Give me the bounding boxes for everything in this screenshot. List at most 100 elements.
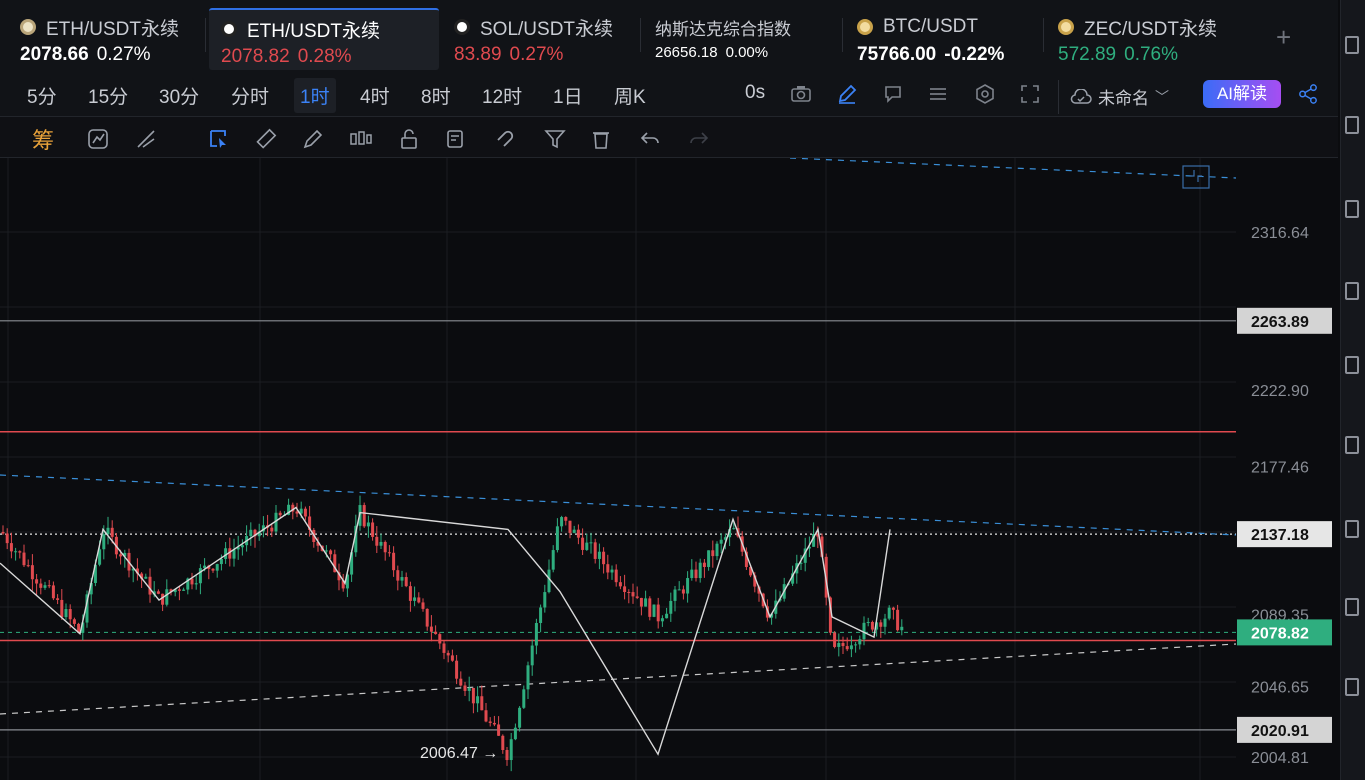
candle-body	[194, 583, 198, 585]
symbol-tab-1[interactable]: ETH/USDT永续 2078.82 0.28%	[209, 8, 439, 70]
trendline-upper	[0, 474, 1237, 536]
bnb-coin-icon	[1058, 19, 1074, 35]
drawing-toolbar	[0, 116, 1338, 158]
camera-icon[interactable]	[791, 84, 811, 104]
candle-body	[14, 551, 18, 553]
redo-icon[interactable]	[687, 128, 711, 150]
ruler-icon[interactable]	[254, 128, 278, 150]
okx-logo-icon	[454, 19, 470, 35]
symbol-tab-5[interactable]: ZEC/USDT永续 572.89 0.76%	[1046, 8, 1242, 70]
symbol-tab-3[interactable]: 纳斯达克综合指数 26656.18 0.00%	[643, 8, 839, 70]
timeframe-1d[interactable]: 1日	[553, 82, 583, 109]
timeframe-15m[interactable]: 15分	[88, 82, 128, 109]
candle-body	[534, 623, 538, 646]
trash-icon[interactable]	[589, 128, 613, 150]
candle-body	[148, 576, 152, 595]
undo-icon[interactable]	[638, 128, 662, 150]
candle-body	[413, 597, 417, 601]
symbol-change: -0.22%	[944, 44, 1005, 65]
candle-body	[526, 665, 530, 690]
symbol-name: SOL/USDT永续	[480, 18, 614, 40]
symbol-tab-2[interactable]: SOL/USDT永续 83.89 0.27%	[442, 8, 638, 70]
layout-selector[interactable]: 未命名 ﹀	[1070, 84, 1169, 109]
candle-body	[35, 579, 39, 584]
candle-body	[43, 585, 47, 588]
timeframe-4h[interactable]: 4时	[360, 82, 390, 109]
candle-body	[324, 550, 328, 552]
candle-body	[1, 532, 5, 534]
symbol-name: ETH/USDT永续	[46, 18, 180, 40]
panel-icon[interactable]	[1345, 436, 1359, 454]
timeframe-bar: 5分 15分 30分 分时 1时 4时 8时 12时 1日 周K 0s 未命名 …	[0, 72, 1338, 116]
candle-body	[833, 632, 837, 647]
candle-body	[900, 626, 904, 631]
panel-icon[interactable]	[1345, 200, 1359, 218]
magnet-icon[interactable]	[492, 128, 516, 150]
panel-icon[interactable]	[1345, 116, 1359, 134]
symbol-change: 0.28%	[297, 46, 352, 67]
share-icon[interactable]	[1298, 84, 1318, 104]
timeframe-1h[interactable]: 1时	[294, 78, 336, 113]
candle-body	[249, 529, 253, 537]
candle-body	[660, 618, 664, 622]
pen-draw-icon[interactable]	[837, 84, 857, 104]
fullscreen-icon[interactable]	[1020, 84, 1040, 104]
panel-icon[interactable]	[1345, 36, 1359, 54]
candle-body	[627, 592, 631, 594]
candlestick-icon[interactable]	[349, 128, 373, 150]
auto-trend-icon[interactable]	[86, 128, 110, 150]
candle-body	[522, 689, 526, 708]
list-icon[interactable]	[928, 84, 948, 104]
candle-body	[896, 609, 900, 631]
timeframe-8h[interactable]: 8时	[421, 82, 451, 109]
panel-icon[interactable]	[1345, 678, 1359, 696]
trendline-tool-icon[interactable]	[134, 128, 158, 150]
panel-icon[interactable]	[1345, 282, 1359, 300]
candle-body	[198, 568, 202, 584]
symbol-price: 2078.82	[221, 46, 290, 67]
candle-body	[110, 527, 114, 537]
candle-body	[463, 685, 467, 691]
panel-icon[interactable]	[1345, 520, 1359, 538]
candle-body	[119, 554, 123, 557]
brush-icon[interactable]	[301, 128, 325, 150]
symbol-tab-4[interactable]: BTC/USDT 75766.00 -0.22%	[845, 8, 1041, 70]
candle-body	[560, 517, 564, 527]
candle-body	[182, 589, 186, 591]
candle-body	[631, 592, 635, 597]
settings-hex-icon[interactable]	[975, 84, 995, 104]
lock-icon[interactable]	[397, 128, 421, 150]
chip-distribution-button[interactable]: 筹	[32, 123, 54, 155]
candle-body	[278, 512, 282, 516]
timeframe-30m[interactable]: 30分	[159, 82, 199, 109]
tab-divider	[842, 18, 843, 52]
candle-body	[379, 541, 383, 546]
symbol-tab-0[interactable]: ETH/USDT永续 2078.66 0.27%	[8, 8, 204, 70]
edit-note-icon[interactable]	[444, 128, 468, 150]
candle-body	[576, 529, 580, 538]
candle-body	[375, 536, 379, 546]
price-tag-2263: 2263.89	[1251, 314, 1309, 331]
timeframe-tick[interactable]: 分时	[231, 82, 269, 109]
candle-body	[30, 565, 34, 580]
price-chart[interactable]: 2316.642222.902177.462089.352046.652004.…	[0, 158, 1338, 780]
cursor-tool-icon[interactable]	[206, 128, 230, 150]
candle-body	[22, 552, 26, 566]
annotation-icon[interactable]	[883, 84, 903, 104]
timeframe-5m[interactable]: 5分	[27, 82, 57, 109]
candle-body	[845, 646, 849, 650]
crosshair-box-icon[interactable]	[1182, 165, 1210, 189]
panel-icon[interactable]	[1345, 598, 1359, 616]
candle-body	[450, 655, 454, 661]
panel-icon[interactable]	[1345, 356, 1359, 374]
candle-body	[408, 586, 412, 601]
add-tab-button[interactable]: +	[1276, 24, 1291, 50]
ai-interpret-button[interactable]: AI解读	[1203, 80, 1281, 108]
candle-body	[711, 550, 715, 557]
candle-body	[694, 569, 698, 579]
timeframe-12h[interactable]: 12时	[482, 82, 522, 109]
candle-body	[618, 582, 622, 587]
candle-body	[161, 593, 165, 605]
filter-icon[interactable]	[543, 128, 567, 150]
timeframe-week[interactable]: 周K	[614, 82, 646, 109]
